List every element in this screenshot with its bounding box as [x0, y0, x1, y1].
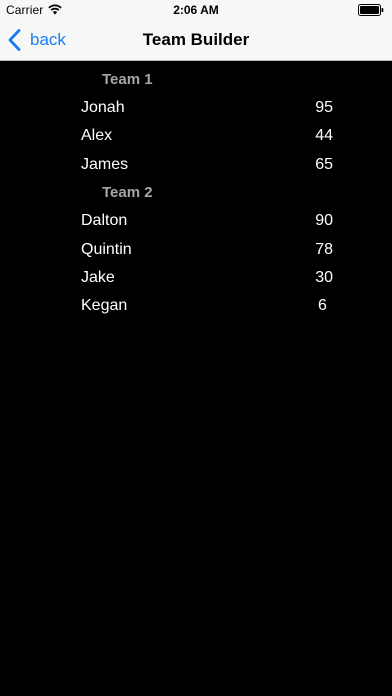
player-name: James	[81, 156, 129, 173]
player-name: Kegan	[81, 297, 128, 314]
player-name: Alex	[81, 127, 113, 144]
page-title: Team Builder	[142, 30, 250, 49]
team-list: Team 1 Jonah 95 Alex 44 James 65 Team 2 …	[0, 61, 392, 696]
player-score: 78	[315, 241, 333, 258]
navigation-bar: back Team Builder	[0, 20, 392, 61]
battery-icon	[358, 4, 384, 16]
list-item[interactable]: Jonah 95	[81, 96, 333, 120]
section-header-team-1: Team 1	[102, 71, 153, 88]
section-header-team-2: Team 2	[102, 184, 153, 201]
team-builder-screen: Carrier 2:06 AM back Team Builder Team 1…	[0, 0, 392, 696]
list-item[interactable]: James 65	[81, 153, 333, 177]
player-score: 44	[315, 127, 333, 144]
list-item[interactable]: Alex 44	[81, 124, 333, 148]
player-score: 90	[315, 212, 333, 229]
list-item[interactable]: Dalton 90	[81, 209, 333, 233]
player-name: Quintin	[81, 241, 132, 258]
player-score: 65	[315, 156, 333, 173]
player-name: Jonah	[81, 99, 125, 116]
player-score: 6	[318, 297, 327, 314]
status-time: 2:06 AM	[173, 3, 219, 17]
list-item[interactable]: Jake 30	[81, 266, 333, 290]
player-name: Jake	[81, 269, 115, 286]
top-chrome: Carrier 2:06 AM back Team Builder	[0, 0, 392, 61]
list-item[interactable]: Kegan 6	[81, 294, 333, 318]
player-score: 30	[315, 269, 333, 286]
player-score: 95	[315, 99, 333, 116]
player-name: Dalton	[81, 212, 128, 229]
list-item[interactable]: Quintin 78	[81, 238, 333, 262]
status-bar: Carrier 2:06 AM	[0, 0, 392, 20]
